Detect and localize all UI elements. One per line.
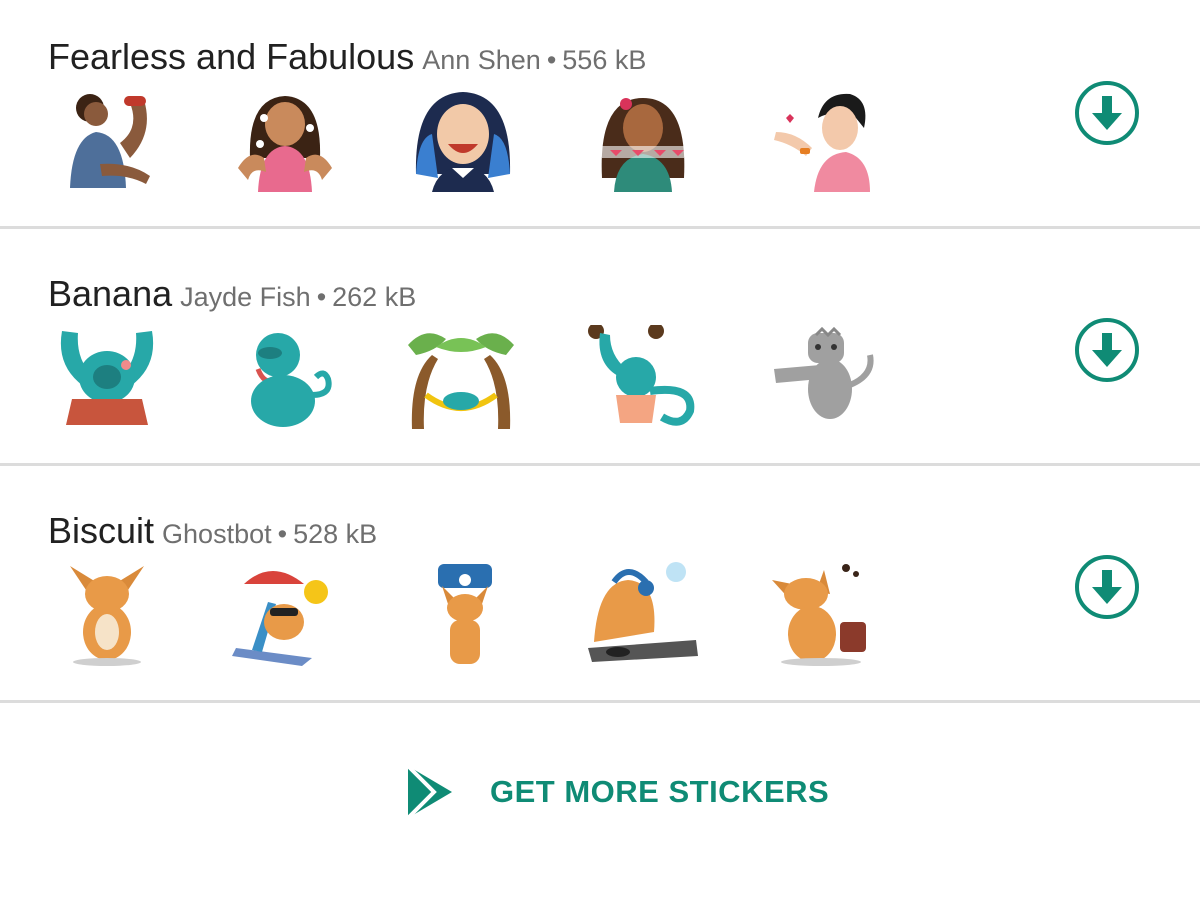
pack-author: Ann Shen bbox=[422, 45, 541, 75]
sticker-woman-flexing bbox=[50, 88, 160, 192]
sticker-monkey-hula bbox=[52, 325, 162, 429]
sticker-monkey-sad bbox=[228, 325, 338, 429]
pack-author: Ghostbot bbox=[162, 519, 272, 549]
get-more-stickers-button[interactable]: GET MORE STICKERS bbox=[404, 762, 829, 822]
pack-size: 262 kB bbox=[332, 282, 417, 312]
sticker-corgi-grumpy bbox=[52, 562, 162, 666]
get-more-stickers-label: GET MORE STICKERS bbox=[490, 774, 830, 809]
download-circle-icon[interactable] bbox=[1074, 80, 1140, 146]
meta-separator: • bbox=[277, 519, 288, 549]
play-store-icon bbox=[406, 764, 452, 820]
pack-author: Jayde Fish bbox=[180, 282, 311, 312]
sticker-monkey-hammock bbox=[406, 325, 516, 429]
meta-separator: • bbox=[316, 282, 327, 312]
pack-title: Biscuit Ghostbot • 528 kB bbox=[48, 510, 377, 552]
sticker-woman-blowing-kiss bbox=[766, 88, 876, 192]
pack-title: Fearless and Fabulous Ann Shen • 556 kB bbox=[48, 36, 646, 78]
divider bbox=[0, 700, 1200, 703]
sticker-woman-flowers bbox=[230, 88, 340, 192]
sticker-monkey-coconut-bra bbox=[586, 325, 696, 429]
sticker-pack-biscuit[interactable]: Biscuit Ghostbot • 528 kB bbox=[0, 474, 1200, 710]
sticker-woman-hearts-banner bbox=[588, 88, 698, 192]
pack-meta: Ghostbot • 528 kB bbox=[162, 519, 377, 549]
divider bbox=[0, 226, 1200, 229]
meta-separator: • bbox=[546, 45, 557, 75]
pack-size: 528 kB bbox=[293, 519, 378, 549]
sticker-corgi-dj bbox=[588, 562, 698, 666]
sticker-corgi-coffee bbox=[766, 562, 876, 666]
download-circle-icon[interactable] bbox=[1074, 554, 1140, 620]
download-circle-icon[interactable] bbox=[1074, 317, 1140, 383]
sticker-woman-laughing bbox=[408, 88, 518, 192]
sticker-pack-banana[interactable]: Banana Jayde Fish • 262 kB bbox=[0, 237, 1200, 473]
pack-name: Banana bbox=[48, 273, 173, 314]
sticker-corgi-phone bbox=[410, 562, 520, 666]
sticker-pack-fearless-and-fabulous[interactable]: Fearless and Fabulous Ann Shen • 556 kB bbox=[0, 0, 1200, 236]
pack-meta: Jayde Fish • 262 kB bbox=[180, 282, 416, 312]
pack-size: 556 kB bbox=[562, 45, 647, 75]
pack-title: Banana Jayde Fish • 262 kB bbox=[48, 273, 416, 315]
pack-name: Fearless and Fabulous bbox=[48, 36, 415, 77]
divider bbox=[0, 463, 1200, 466]
sticker-monkey-zombie bbox=[770, 325, 880, 429]
pack-meta: Ann Shen • 556 kB bbox=[422, 45, 646, 75]
sticker-corgi-beach bbox=[232, 562, 342, 666]
pack-name: Biscuit bbox=[48, 510, 155, 551]
